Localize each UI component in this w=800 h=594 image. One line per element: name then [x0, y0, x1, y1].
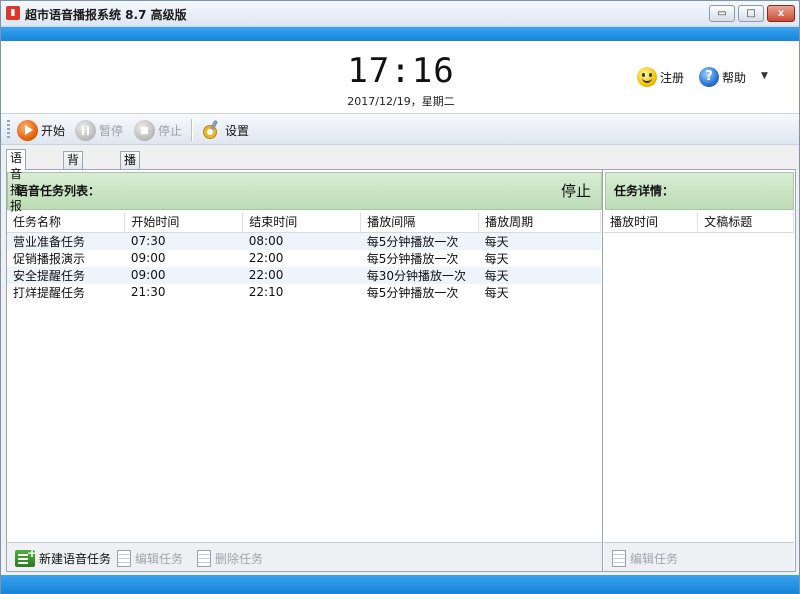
column-header[interactable]: 播放时间 [604, 212, 699, 233]
date-display: 2017/12/19，星期二 [347, 95, 455, 108]
delete-document-icon [197, 549, 211, 567]
tab-panel: 语音任务列表： 停止 任务名称 开始时间 结束时间 播放间隔 播放周期 营业准备… [6, 169, 796, 572]
column-header[interactable]: 播放间隔 [360, 212, 480, 233]
header-area: 17:16 2017/12/19，星期二 注册 ? 帮助 ▼ [1, 41, 799, 113]
pause-icon [75, 119, 96, 141]
app-icon: ▮ [6, 6, 20, 20]
edit-document-icon [612, 549, 626, 567]
play-icon [17, 119, 38, 141]
start-button[interactable]: 开始 [17, 118, 65, 142]
clock-display: 17:16 [347, 51, 455, 91]
add-list-icon [15, 546, 37, 567]
end-time-cell: 22:00 [248, 251, 284, 265]
stop-label: 停止 [158, 123, 183, 138]
column-header[interactable]: 开始时间 [124, 212, 244, 233]
end-time-cell: 08:00 [242, 232, 361, 250]
pause-button[interactable]: 暂停 [75, 118, 123, 142]
toolbar-grip[interactable] [7, 120, 10, 140]
table-header-row: 任务名称 开始时间 结束时间 播放间隔 播放周期 [7, 212, 601, 233]
tab-announcer-management[interactable]: 播音员管理 [120, 151, 141, 231]
gear-icon [200, 119, 222, 141]
interval-cell: 每30分钟播放一次 [360, 266, 479, 284]
edit-document-icon [117, 549, 131, 567]
cycle-cell: 每天 [484, 251, 509, 266]
interval-cell: 每5分钟播放一次 [360, 232, 479, 250]
tab-voice-broadcast[interactable]: 语音播报 [6, 149, 27, 213]
status-bar [1, 575, 799, 594]
pause-label: 暂停 [99, 123, 124, 138]
help-icon: ? [699, 67, 719, 87]
task-list-header: 语音任务列表： 停止 [7, 172, 602, 210]
interval-cell: 每5分钟播放一次 [366, 251, 459, 266]
chevron-down-icon[interactable]: ▼ [761, 71, 768, 81]
delete-task-button[interactable]: 删除任务 [197, 548, 263, 568]
table-row[interactable]: 安全提醒任务 09:00 22:00 每30分钟播放一次 每天 [7, 266, 601, 284]
cycle-cell: 每天 [478, 232, 601, 250]
task-list-title: 语音任务列表： [16, 184, 101, 198]
delete-task-label: 删除任务 [215, 551, 264, 566]
stop-icon [134, 119, 155, 141]
end-time-cell: 22:10 [248, 285, 284, 299]
column-header[interactable]: 播放周期 [478, 212, 601, 233]
smiley-icon [637, 67, 657, 87]
task-detail-header: 任务详情： [605, 172, 794, 210]
table-row[interactable]: 促销播报演示 09:00 22:00 每5分钟播放一次 每天 [7, 250, 601, 267]
settings-button[interactable]: 设置 [200, 118, 249, 142]
settings-label: 设置 [225, 123, 250, 138]
column-header[interactable]: 任务名称 [7, 212, 126, 233]
register-label: 注册 [660, 70, 685, 85]
minimize-button[interactable]: ▭ [709, 5, 735, 22]
top-accent-bar [1, 27, 799, 41]
tab-background-music[interactable]: 背景音乐 [63, 151, 84, 215]
window-title: 超市语音播报系统 8.7 高级版 [25, 8, 187, 22]
edit-detail-button[interactable]: 编辑任务 [612, 548, 678, 568]
start-label: 开始 [41, 123, 66, 138]
status-label: 停止 [560, 182, 591, 200]
task-detail-title: 任务详情： [614, 184, 675, 198]
detail-table: 播放时间 文稿标题 [604, 212, 794, 233]
table-row[interactable]: 营业准备任务 07:30 08:00 每5分钟播放一次 每天 [7, 232, 601, 250]
column-header[interactable]: 文稿标题 [697, 212, 794, 233]
task-detail-footer: 编辑任务 [604, 542, 794, 571]
cycle-cell: 每天 [484, 285, 509, 300]
close-button[interactable]: x [767, 5, 795, 22]
task-list-pane: 语音任务列表： 停止 任务名称 开始时间 结束时间 播放间隔 播放周期 营业准备… [7, 170, 603, 571]
register-button[interactable]: 注册 [637, 66, 684, 88]
task-list-footer: 新建语音任务 编辑任务 删除任务 [7, 542, 602, 571]
column-header[interactable]: 结束时间 [242, 212, 362, 233]
start-time-cell: 07:30 [124, 232, 243, 250]
task-detail-pane: 任务详情： 播放时间 文稿标题 编辑任务 [604, 170, 795, 571]
end-time-cell: 22:00 [242, 266, 361, 284]
edit-detail-label: 编辑任务 [630, 551, 679, 566]
toolbar: 开始 暂停 停止 设置 [1, 113, 799, 145]
maximize-button[interactable]: □ [738, 5, 764, 22]
task-name-cell: 打烊提醒任务 [13, 285, 86, 300]
table-row[interactable]: 打烊提醒任务 21:30 22:10 每5分钟播放一次 每天 [7, 284, 601, 301]
new-voice-task-button[interactable]: 新建语音任务 [15, 546, 112, 568]
title-bar[interactable]: ▮ 超市语音播报系统 8.7 高级版 ▭ □ x [1, 1, 799, 27]
task-name-cell: 安全提醒任务 [7, 266, 125, 284]
app-window: ▮ 超市语音播报系统 8.7 高级版 ▭ □ x 17:16 2017/12/1… [0, 0, 800, 594]
stop-button[interactable]: 停止 [134, 118, 182, 142]
cycle-cell: 每天 [478, 266, 601, 284]
start-time-cell: 09:00 [124, 266, 243, 284]
help-label: 帮助 [722, 70, 747, 85]
table-header-row: 播放时间 文稿标题 [604, 212, 794, 233]
task-name-cell: 促销播报演示 [13, 251, 86, 266]
interval-cell: 每5分钟播放一次 [366, 285, 459, 300]
start-time-cell: 09:00 [130, 251, 166, 265]
task-name-cell: 营业准备任务 [7, 232, 125, 250]
toolbar-separator [191, 119, 192, 141]
edit-task-button[interactable]: 编辑任务 [117, 548, 183, 568]
task-table: 任务名称 开始时间 结束时间 播放间隔 播放周期 营业准备任务 07:30 08… [7, 212, 601, 301]
new-task-label: 新建语音任务 [39, 551, 112, 566]
start-time-cell: 21:30 [130, 285, 166, 299]
edit-task-label: 编辑任务 [135, 551, 184, 566]
help-button[interactable]: ? 帮助 [699, 66, 746, 88]
